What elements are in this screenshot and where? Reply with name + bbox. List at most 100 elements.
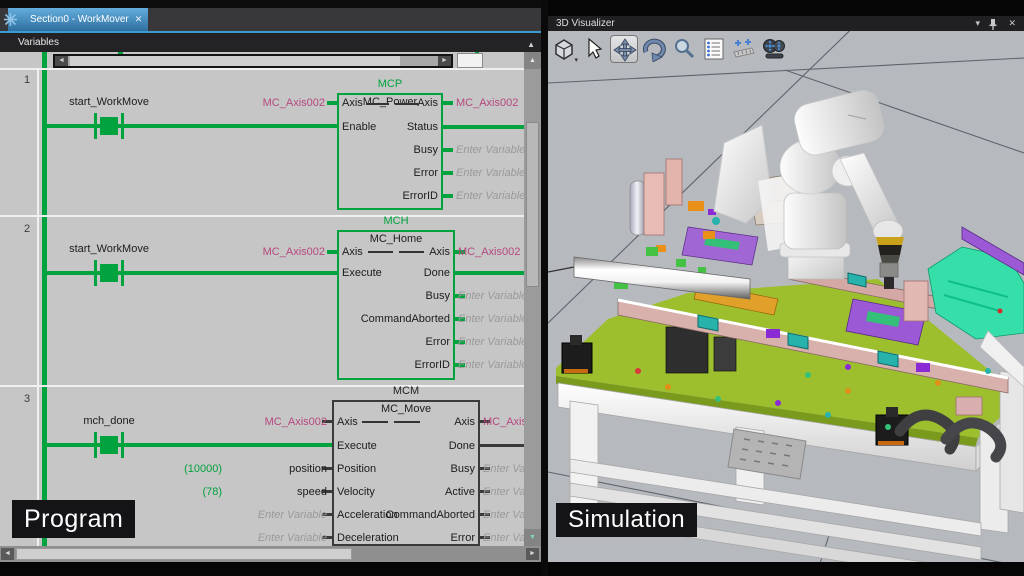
visualizer-panel: 3D Visualizer ▾ ✕ bbox=[548, 0, 1024, 576]
operand-placeholder[interactable]: Enter Variable bbox=[215, 531, 327, 545]
pin-label: Active bbox=[345, 485, 475, 499]
pin-label: Error bbox=[345, 531, 475, 545]
operand-placeholder[interactable]: Enter Variable bbox=[483, 531, 524, 545]
fb-instance-name[interactable]: MCM bbox=[332, 385, 480, 397]
contact-label: start_WorkMove bbox=[69, 243, 149, 255]
3d-viewport[interactable]: ▾ bbox=[548, 31, 1024, 562]
contact-label: start_WorkMove bbox=[69, 96, 149, 108]
pan-tool-icon[interactable] bbox=[610, 35, 638, 63]
monitor-value-speed: (78) bbox=[150, 485, 222, 499]
operand-axis-in[interactable]: MC_Axis002 bbox=[235, 245, 325, 259]
tab-close-icon[interactable]: ✕ bbox=[135, 14, 143, 25]
tab-section0-workmover[interactable]: Section0 - WorkMover ✕ bbox=[8, 8, 148, 31]
pin-label: CommandAborted bbox=[349, 312, 450, 326]
pin-label: Axis bbox=[349, 245, 450, 259]
rung-number: 3 bbox=[24, 393, 30, 405]
operand-axis-out[interactable]: MC_Axis002 bbox=[456, 96, 518, 110]
operand-speed[interactable]: speed bbox=[215, 485, 327, 499]
view-cube-icon[interactable]: ▾ bbox=[550, 35, 578, 63]
pin-label: Done bbox=[345, 439, 475, 453]
operand-placeholder[interactable]: Enter Variable bbox=[456, 189, 525, 203]
visualizer-toolbar: ▾ bbox=[550, 35, 788, 63]
pin-label: Axis bbox=[345, 415, 475, 429]
operand-placeholder[interactable]: Enter Variable bbox=[458, 289, 524, 303]
ladder-vertical-scrollbar[interactable]: ▲ ▼ bbox=[524, 52, 541, 546]
program-overlay-label: Program bbox=[12, 500, 135, 538]
pin-icon[interactable] bbox=[988, 18, 998, 30]
select-cursor-icon[interactable] bbox=[580, 35, 608, 63]
scroll-right-icon[interactable]: ► bbox=[526, 548, 539, 560]
pin-label: Busy bbox=[345, 462, 475, 476]
rung-number: 2 bbox=[24, 223, 30, 235]
top-strip bbox=[0, 0, 541, 8]
ladder-top-scrollbar[interactable]: ◄ ► bbox=[53, 54, 453, 68]
scroll-up-icon[interactable]: ▲ bbox=[524, 52, 541, 69]
operand-placeholder[interactable]: Enter Variable bbox=[456, 166, 525, 180]
3d-scene bbox=[548, 31, 1024, 562]
panel-divider[interactable] bbox=[541, 0, 548, 576]
operand-placeholder[interactable]: Enter Variable bbox=[458, 312, 524, 326]
measure-icon[interactable] bbox=[730, 35, 758, 63]
scroll-down-icon[interactable]: ▼ bbox=[524, 529, 541, 546]
operand-position[interactable]: position bbox=[215, 462, 327, 476]
pin-label: Busy bbox=[355, 143, 438, 157]
operand-placeholder[interactable]: Enter Variable bbox=[483, 462, 524, 476]
document-tab-bar: Section0 - WorkMover ✕ bbox=[0, 8, 541, 33]
scroll-right-icon[interactable]: ► bbox=[438, 56, 451, 66]
pin-label: Busy bbox=[349, 289, 450, 303]
operand-placeholder[interactable]: Enter Variable bbox=[458, 358, 524, 372]
ladder-canvas[interactable]: ◄ ► 1 start_WorkMove MCP MC_Power Axis bbox=[0, 52, 541, 546]
pin-stub bbox=[443, 101, 453, 105]
operand-placeholder[interactable]: Enter Variable bbox=[215, 508, 327, 522]
operand-placeholder[interactable]: Enter Variable bbox=[483, 508, 524, 522]
bottom-strip bbox=[548, 562, 1024, 576]
variables-bar[interactable]: Variables ▲ bbox=[0, 33, 541, 52]
orbit-rotate-icon[interactable] bbox=[640, 35, 668, 63]
contact-start-workmove[interactable]: start_WorkMove bbox=[94, 260, 124, 286]
document-icon bbox=[2, 11, 19, 28]
status-wire bbox=[443, 125, 524, 129]
scrollbar-thumb[interactable] bbox=[526, 122, 539, 287]
operand-axis-in[interactable]: MC_Axis002 bbox=[235, 96, 325, 110]
operand-placeholder[interactable]: Enter Variable bbox=[458, 335, 524, 349]
operand-placeholder[interactable]: Enter Variable bbox=[483, 485, 524, 499]
fb-type-name: MC_Move bbox=[332, 403, 480, 415]
robot-arm bbox=[780, 87, 904, 289]
pin-label: ErrorID bbox=[355, 189, 438, 203]
rung3-wire bbox=[47, 443, 332, 447]
operand-axis-out[interactable]: MC_Axis002 bbox=[458, 245, 524, 259]
pin-label: Done bbox=[349, 266, 450, 280]
fb-instance-name[interactable]: MCH bbox=[337, 215, 455, 227]
pin-stub bbox=[443, 194, 453, 198]
contact-start-workmove[interactable]: start_WorkMove bbox=[94, 113, 124, 139]
chevron-down-icon[interactable]: ▾ bbox=[975, 17, 980, 30]
pin-label: Status bbox=[355, 120, 438, 134]
operand-axis-out[interactable]: MC_Axis002 bbox=[483, 415, 524, 429]
pin-stub bbox=[327, 250, 337, 254]
contact-label: mch_done bbox=[83, 415, 134, 427]
scrollbar-track[interactable] bbox=[68, 56, 438, 66]
visualizer-titlebar[interactable]: 3D Visualizer ▾ ✕ bbox=[548, 16, 1024, 31]
rung2-wire bbox=[47, 271, 337, 275]
operand-placeholder[interactable]: Enter Variable bbox=[456, 143, 525, 157]
scrollbar-thumb[interactable] bbox=[16, 548, 352, 560]
contact-mch-done[interactable]: mch_done bbox=[94, 432, 124, 458]
scroll-left-icon[interactable]: ◄ bbox=[55, 56, 68, 66]
pin-label: ErrorID bbox=[349, 358, 450, 372]
operand-axis-in[interactable]: MC_Axis002 bbox=[215, 415, 327, 429]
margin-divider bbox=[37, 70, 39, 546]
scroll-left-icon[interactable]: ◄ bbox=[1, 548, 14, 560]
zoom-icon[interactable] bbox=[670, 35, 698, 63]
fb-instance-name[interactable]: MCP bbox=[337, 78, 443, 90]
chevron-down-icon[interactable]: ▾ bbox=[574, 56, 578, 64]
close-icon[interactable]: ✕ bbox=[1008, 17, 1016, 30]
movie-capture-icon[interactable] bbox=[760, 35, 788, 63]
pin-label: Axis bbox=[355, 96, 438, 110]
properties-list-icon[interactable] bbox=[700, 35, 728, 63]
ladder-bottom-scrollbar[interactable]: ◄ ► bbox=[0, 546, 541, 562]
rung-number: 1 bbox=[24, 74, 30, 86]
application-window: Section0 - WorkMover ✕ Variables ▲ ◄ bbox=[0, 0, 1024, 576]
scrollbar-thumb[interactable] bbox=[70, 56, 400, 66]
rung1-wire bbox=[47, 124, 337, 128]
splitter-handle[interactable] bbox=[457, 53, 483, 68]
